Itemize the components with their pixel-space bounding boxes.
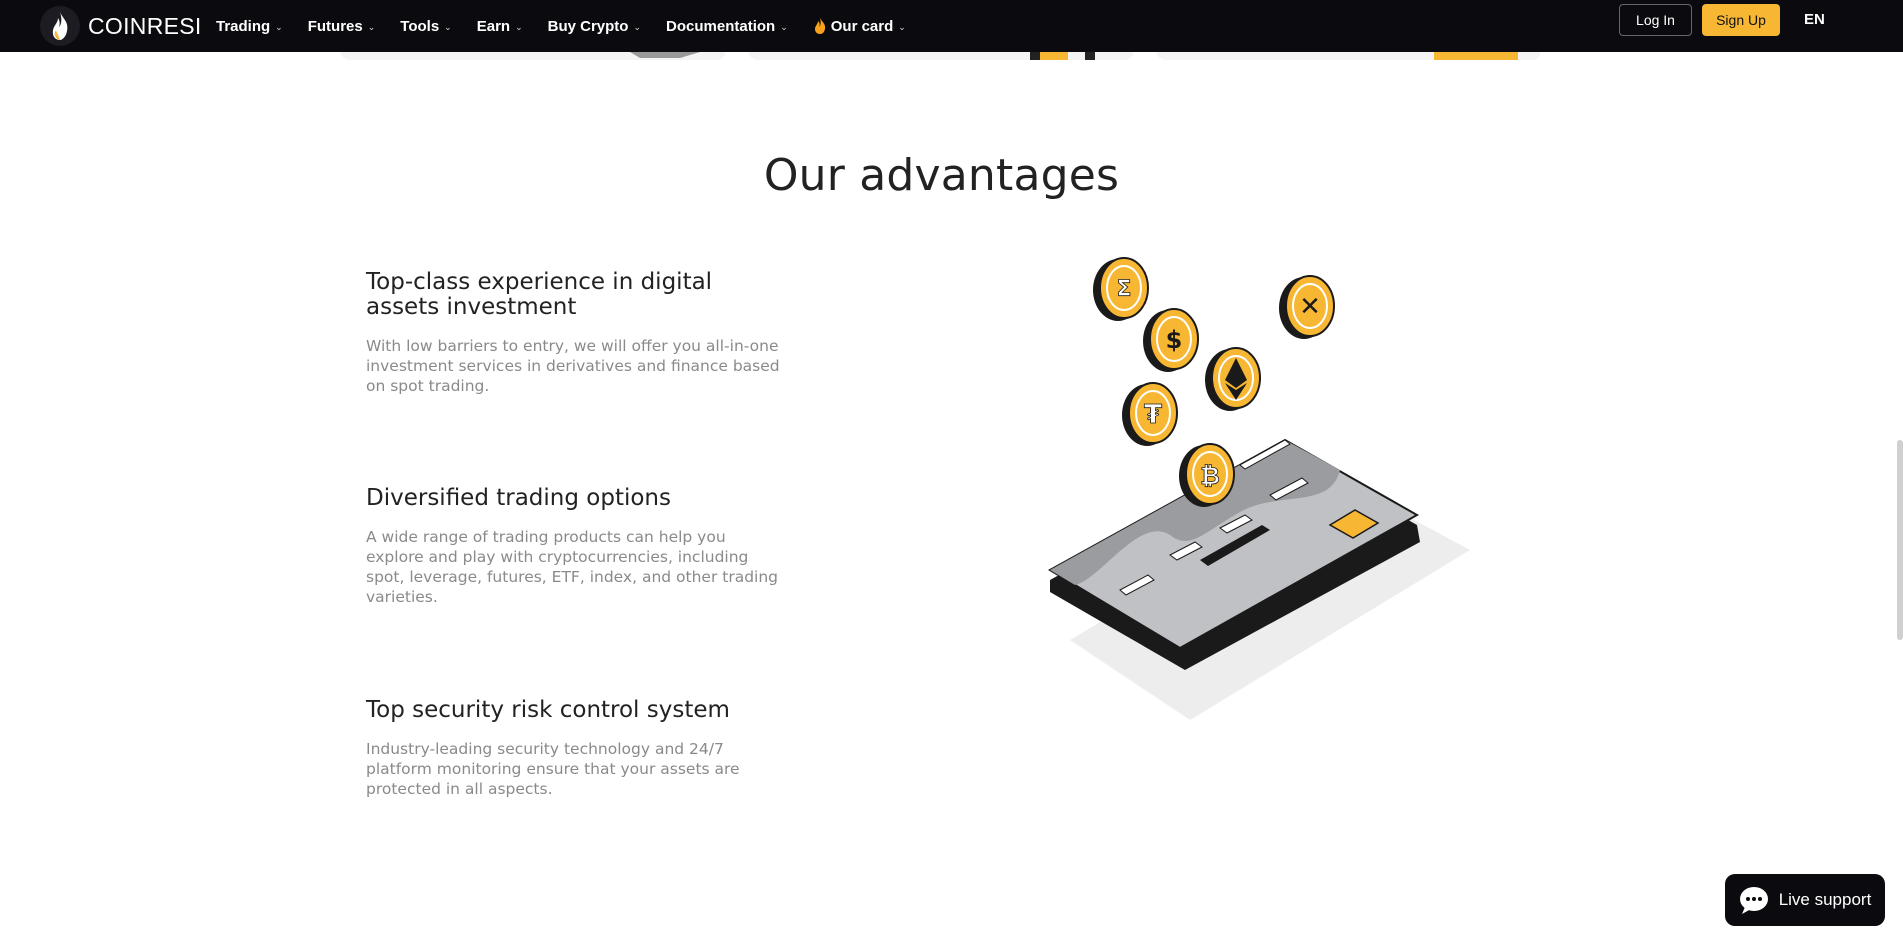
nav-item-our-card[interactable]: Our card ⌄ — [813, 17, 906, 35]
nav-item-label: Earn — [476, 17, 511, 35]
chat-bubble-icon — [1739, 887, 1768, 914]
nav-item-label: Trading — [216, 17, 271, 35]
live-support-label: Live support — [1778, 890, 1872, 909]
chevron-down-icon: ⌄ — [633, 21, 642, 32]
nav-item-label: Documentation — [666, 17, 776, 35]
chevron-down-icon: ⌄ — [367, 21, 376, 32]
login-button[interactable]: Log In — [1619, 4, 1692, 36]
nav-item-trading[interactable]: Trading ⌄ — [216, 18, 283, 35]
svg-text:Σ: Σ — [1116, 277, 1131, 302]
brand-name: COINRESI — [88, 12, 202, 39]
svg-text:✕: ✕ — [1299, 292, 1321, 322]
advantage-description: With low barriers to entry, we will offe… — [366, 337, 780, 395]
svg-text:$: $ — [1166, 326, 1183, 354]
chevron-down-icon: ⌄ — [275, 21, 283, 32]
svg-text:₮: ₮ — [1144, 400, 1162, 430]
page-scrollbar[interactable] — [1897, 440, 1903, 640]
brand-logo[interactable]: COINRESI — [40, 2, 202, 50]
advantage-item: Top-class experience in digital assets i… — [366, 270, 786, 396]
advantage-title: Top-class experience in digital assets i… — [366, 269, 713, 320]
top-navigation-bar: COINRESI Trading ⌄ Futures ⌄ Tools ⌄ Ear… — [0, 0, 1903, 52]
nav-item-futures[interactable]: Futures ⌄ — [308, 18, 376, 35]
chevron-down-icon: ⌄ — [444, 21, 452, 32]
card-and-coins-illustration: Σ $ ₮ ✕ ₿ — [1040, 250, 1480, 720]
advantage-description: A wide range of trading products can hel… — [366, 528, 779, 606]
svg-text:₿: ₿ — [1200, 462, 1220, 490]
nav-item-documentation[interactable]: Documentation ⌄ — [666, 18, 788, 35]
main-menu: Trading ⌄ Futures ⌄ Tools ⌄ Earn ⌄ Buy C… — [216, 0, 931, 52]
advantage-item: Top security risk control system Industr… — [366, 698, 786, 799]
language-selector[interactable]: EN — [1804, 11, 1825, 28]
advantage-item: Diversified trading options A wide range… — [366, 486, 786, 607]
nav-item-label: Buy Crypto — [547, 17, 629, 35]
advantage-title: Top security risk control system — [366, 697, 730, 723]
nav-item-tools[interactable]: Tools ⌄ — [400, 18, 451, 35]
nav-item-earn[interactable]: Earn ⌄ — [477, 18, 523, 35]
nav-item-label: Our card — [830, 17, 894, 35]
nav-item-label: Futures — [307, 17, 363, 35]
live-support-button[interactable]: Live support — [1725, 874, 1885, 926]
flame-logo-icon — [40, 6, 80, 46]
section-title: Our advantages — [763, 150, 1120, 201]
fire-icon — [814, 18, 825, 34]
chevron-down-icon: ⌄ — [780, 21, 788, 32]
advantage-title: Diversified trading options — [366, 485, 671, 511]
nav-item-buy-crypto[interactable]: Buy Crypto ⌄ — [548, 18, 641, 35]
chevron-down-icon: ⌄ — [515, 21, 523, 32]
chevron-down-icon: ⌄ — [898, 21, 906, 32]
advantage-description: Industry-leading security technology and… — [366, 740, 740, 798]
nav-item-label: Tools — [400, 17, 440, 35]
signup-button[interactable]: Sign Up — [1702, 4, 1780, 36]
